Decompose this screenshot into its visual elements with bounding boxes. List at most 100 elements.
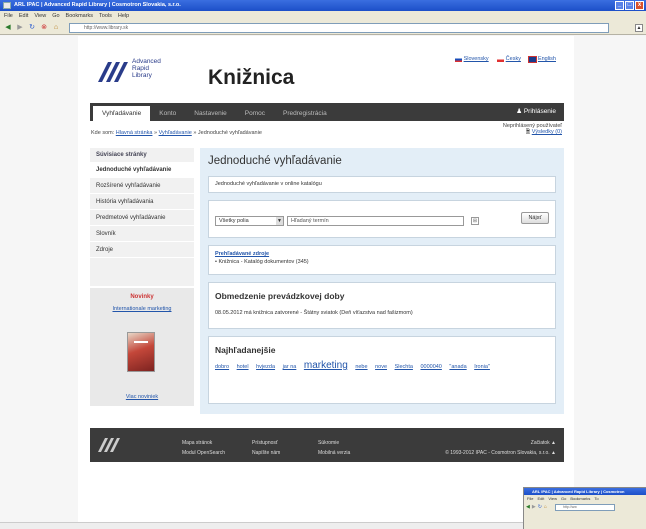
menu-tools[interactable]: Tools xyxy=(99,11,112,21)
tag-link[interactable]: dobro xyxy=(215,364,229,370)
bg-forward-icon: ▶ xyxy=(531,504,536,510)
field-select[interactable]: Všetky polia ▼ xyxy=(215,216,284,226)
forward-icon[interactable]: ▶ xyxy=(15,23,25,33)
menu-file[interactable]: File xyxy=(4,11,13,21)
home-icon[interactable]: ⌂ xyxy=(51,23,61,33)
tag-link[interactable]: Ironia" xyxy=(474,364,490,370)
breadcrumb: Kde som: Hlavná stránka » Vyhľadávanie »… xyxy=(91,130,262,136)
tag-link[interactable]: jar na xyxy=(283,364,297,370)
keyboard-icon[interactable]: ⊞ xyxy=(471,217,479,225)
menu-edit[interactable]: Edit xyxy=(19,11,28,21)
basket-link[interactable]: Výsledky (0) xyxy=(532,129,562,135)
breadcrumb-separator: » xyxy=(193,130,197,136)
lang-czech-link[interactable]: Česky xyxy=(496,56,521,62)
address-bar[interactable]: http://www.library.sk xyxy=(69,22,609,33)
page-title: Jednoduché vyhľadávanie xyxy=(208,155,342,167)
footer-logo-icon[interactable] xyxy=(96,436,136,454)
bg-menu-tools: To xyxy=(594,496,599,501)
bg-back-icon: ◀ xyxy=(526,504,530,510)
search-input[interactable]: Hľadaný termín xyxy=(287,216,464,226)
background-window-toolbar: ◀ ▶ ↻ ⌂ http://ww xyxy=(524,502,646,512)
bg-menu-view: View xyxy=(548,496,557,501)
background-window[interactable]: ARL IPAC | Advanced Rapid Library | Cosm… xyxy=(523,487,646,529)
slovak-flag-icon xyxy=(454,56,462,62)
maximize-button[interactable]: □ xyxy=(625,1,634,10)
site-title: Knižnica xyxy=(208,66,295,89)
tag-link[interactable]: hvjezda xyxy=(256,364,275,370)
copyright-text: © 1993-2012 IPAC - Cosmotron Slovakia, s… xyxy=(445,450,556,456)
breadcrumb-home-link[interactable]: Hlavná stránka xyxy=(116,130,153,136)
sidebar-item-subject-search[interactable]: Predmetové vyhľadávanie xyxy=(90,210,194,226)
menu-bookmarks[interactable]: Bookmarks xyxy=(66,11,94,21)
tag-link[interactable]: Slechta xyxy=(395,364,413,370)
page-viewport: Advanced Rapid Library Knižnica Slovensk… xyxy=(0,36,646,529)
main-panel: Jednoduché vyhľadávanie Jednoduché vyhľa… xyxy=(200,148,564,414)
footer-mobile-link[interactable]: Mobilná verzia xyxy=(318,448,350,458)
window-title: ARL IPAC | Advanced Rapid Library | Cosm… xyxy=(14,2,181,8)
tab-preregistration[interactable]: Predregistrácia xyxy=(274,106,336,121)
search-form: Všetky polia ▼ Hľadaný termín ⊞ Nájsť xyxy=(208,200,556,238)
tab-settings[interactable]: Nastavenie xyxy=(185,106,236,121)
book-cover-image[interactable] xyxy=(127,332,155,372)
stop-icon[interactable]: ⊗ xyxy=(39,23,49,33)
lang-english-link[interactable]: English xyxy=(527,55,556,63)
lang-slovak-link[interactable]: Slovensky xyxy=(454,56,489,62)
uk-flag-icon xyxy=(527,55,537,63)
tag-link[interactable]: hotel xyxy=(237,364,249,370)
minimize-button[interactable]: _ xyxy=(615,1,624,10)
popular-title: Najhľadanejšie xyxy=(215,345,276,355)
tab-account[interactable]: Konto xyxy=(150,106,185,121)
tag-link[interactable]: 0000040 xyxy=(420,364,441,370)
sources-item: • Knižnica - Katalóg dokumentov (345) xyxy=(215,259,309,265)
footer-accessibility-link[interactable]: Prístupnosť xyxy=(252,438,280,448)
sidebar-item-dictionary[interactable]: Slovník xyxy=(90,226,194,242)
browser-icon xyxy=(3,2,11,9)
menu-view[interactable]: View xyxy=(34,11,46,21)
logo-line-3: Library xyxy=(132,72,152,79)
tag-link[interactable]: nebe xyxy=(355,364,367,370)
breadcrumb-search-link[interactable]: Vyhľadávanie xyxy=(159,130,192,136)
footer-privacy-link[interactable]: Súkromie xyxy=(318,438,350,448)
bg-address-bar: http://ww xyxy=(554,503,615,511)
news-item-link[interactable]: Internationale marketing xyxy=(90,306,194,312)
news-box: Novinky Internationale marketing Viac no… xyxy=(90,286,194,406)
tag-link[interactable]: "anada xyxy=(449,364,466,370)
footer-opensearch-link[interactable]: Modul OpenSearch xyxy=(182,448,225,458)
menu-go[interactable]: Go xyxy=(52,11,59,21)
close-button[interactable]: x xyxy=(635,1,644,10)
sources-link[interactable]: Prehľadávané zdroje xyxy=(215,251,549,257)
tab-help[interactable]: Pomoc xyxy=(236,106,274,121)
menu-help[interactable]: Help xyxy=(118,11,129,21)
notice-card: Obmedzenie prevádzkovej doby 08.05.2012 … xyxy=(208,282,556,329)
background-window-menubar: File Edit View Go Bookmarks To xyxy=(524,495,646,502)
bg-menu-edit: Edit xyxy=(537,496,545,501)
intro-text: Jednoduché vyhľadávanie v online katalóg… xyxy=(215,181,322,187)
arl-logo[interactable]: Advanced Rapid Library xyxy=(94,56,174,90)
back-to-top-link[interactable]: Začiatok ▲ xyxy=(445,438,556,448)
login-button[interactable]: ♟ Prihlásenie xyxy=(516,103,564,121)
sidebar-item-sources[interactable]: Zdroje xyxy=(90,242,194,258)
tag-link[interactable]: nove xyxy=(375,364,387,370)
breadcrumb-current: Jednoduché vyhľadávanie xyxy=(197,130,262,136)
logo-line-1: Advanced xyxy=(132,58,161,65)
footer-sitemap-link[interactable]: Mapa stránok xyxy=(182,438,225,448)
scroll-up-icon[interactable]: ▲ xyxy=(635,24,643,32)
bg-menu-file: File xyxy=(527,496,534,501)
background-window-title: ARL IPAC | Advanced Rapid Library | Cosm… xyxy=(524,488,646,495)
tab-search[interactable]: Vyhľadávanie xyxy=(93,106,151,121)
reload-icon[interactable]: ↻ xyxy=(27,23,37,33)
more-news-link[interactable]: Viac noviniek xyxy=(90,394,194,400)
menubar: File Edit View Go Bookmarks Tools Help xyxy=(0,11,646,21)
sidebar: Súvisiace stránky Jednoduché vyhľadávani… xyxy=(90,148,194,406)
field-select-value: Všetky polia xyxy=(219,218,249,224)
notice-title: Obmedzenie prevádzkovej doby xyxy=(215,291,345,301)
sidebar-item-advanced-search[interactable]: Rozšírené vyhľadávanie xyxy=(90,178,194,194)
news-heading: Novinky xyxy=(130,294,154,300)
tag-link[interactable]: marketing xyxy=(304,360,348,371)
sidebar-item-simple-search[interactable]: Jednoduché vyhľadávanie xyxy=(90,162,194,178)
back-icon[interactable]: ◀ xyxy=(3,23,13,33)
logo-line-2: Rapid xyxy=(132,65,149,72)
footer-contact-link[interactable]: Napíšte nám xyxy=(252,448,280,458)
sidebar-item-search-history[interactable]: História vyhľadávania xyxy=(90,194,194,210)
search-button[interactable]: Nájsť xyxy=(521,212,549,224)
